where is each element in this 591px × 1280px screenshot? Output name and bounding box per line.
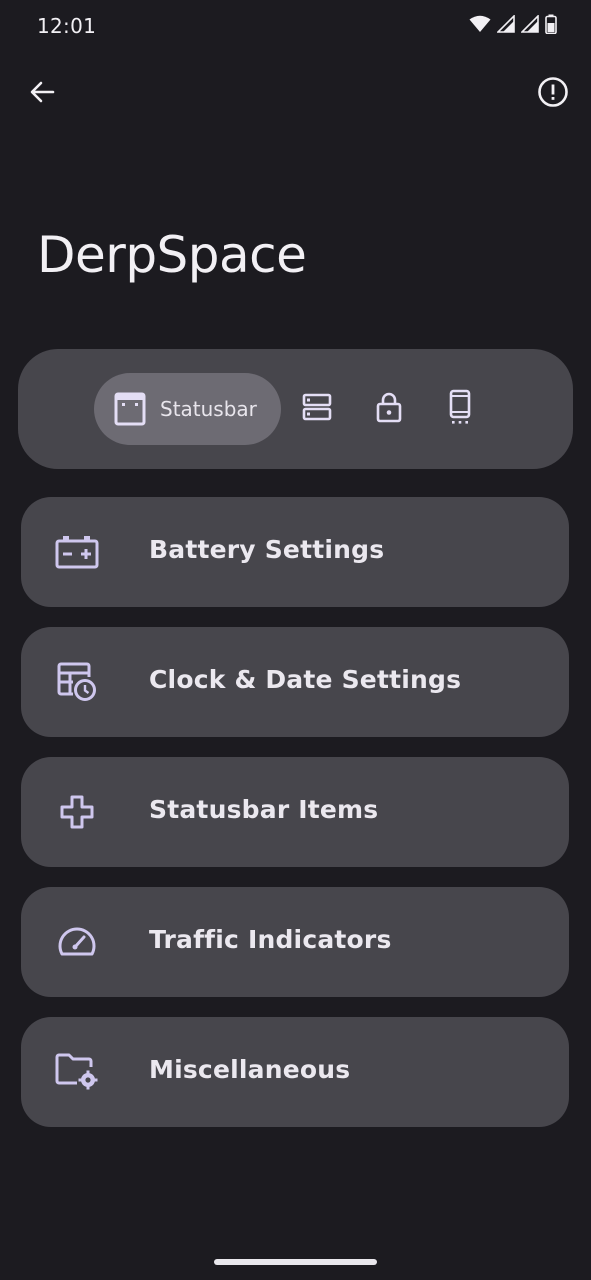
settings-menu: Battery Settings Clock & Date Settings S… xyxy=(21,497,569,1147)
info-button[interactable] xyxy=(533,74,573,114)
battery-icon xyxy=(545,14,557,34)
settings-screen: 12:01 DerpSpace Statusbar Battery Settin… xyxy=(0,0,591,1280)
segment-lockscreen[interactable] xyxy=(369,389,409,429)
segment-statusbar[interactable]: Statusbar xyxy=(94,373,281,445)
arrow-back-icon xyxy=(28,78,56,110)
segment-statusbar-label: Statusbar xyxy=(160,397,257,421)
menu-item-label: Miscellaneous xyxy=(149,1055,351,1084)
folder-settings-icon xyxy=(55,1050,99,1094)
menu-item-traffic-indicators[interactable]: Traffic Indicators xyxy=(21,887,569,997)
category-selector: Statusbar xyxy=(18,349,573,469)
menu-item-statusbar-items[interactable]: Statusbar Items xyxy=(21,757,569,867)
signal-icon xyxy=(497,15,515,33)
statusbar-icon xyxy=(112,391,148,427)
menu-item-miscellaneous[interactable]: Miscellaneous xyxy=(21,1017,569,1127)
menu-item-battery-settings[interactable]: Battery Settings xyxy=(21,497,569,607)
wifi-icon xyxy=(469,15,491,33)
quick-settings-icon xyxy=(302,392,332,426)
menu-item-label: Battery Settings xyxy=(149,535,385,564)
menu-item-label: Clock & Date Settings xyxy=(149,665,462,694)
segment-device[interactable] xyxy=(440,389,480,429)
menu-item-label: Statusbar Items xyxy=(149,795,379,824)
phone-icon xyxy=(449,389,471,429)
menu-item-clock-date-settings[interactable]: Clock & Date Settings xyxy=(21,627,569,737)
speedometer-icon xyxy=(55,920,99,964)
menu-item-label: Traffic Indicators xyxy=(149,925,392,954)
segment-quick-settings[interactable] xyxy=(297,389,337,429)
clock-date-icon xyxy=(55,660,99,704)
battery-settings-icon xyxy=(55,530,99,574)
status-icons xyxy=(469,14,557,34)
back-button[interactable] xyxy=(22,74,62,114)
page-title: DerpSpace xyxy=(37,226,307,284)
signal-icon xyxy=(521,15,539,33)
status-bar: 12:01 xyxy=(0,0,591,52)
lock-icon xyxy=(375,391,403,427)
status-time: 12:01 xyxy=(37,14,97,38)
plus-outline-icon xyxy=(55,790,99,834)
gesture-navigation-bar[interactable] xyxy=(214,1259,377,1265)
info-icon xyxy=(537,76,569,112)
